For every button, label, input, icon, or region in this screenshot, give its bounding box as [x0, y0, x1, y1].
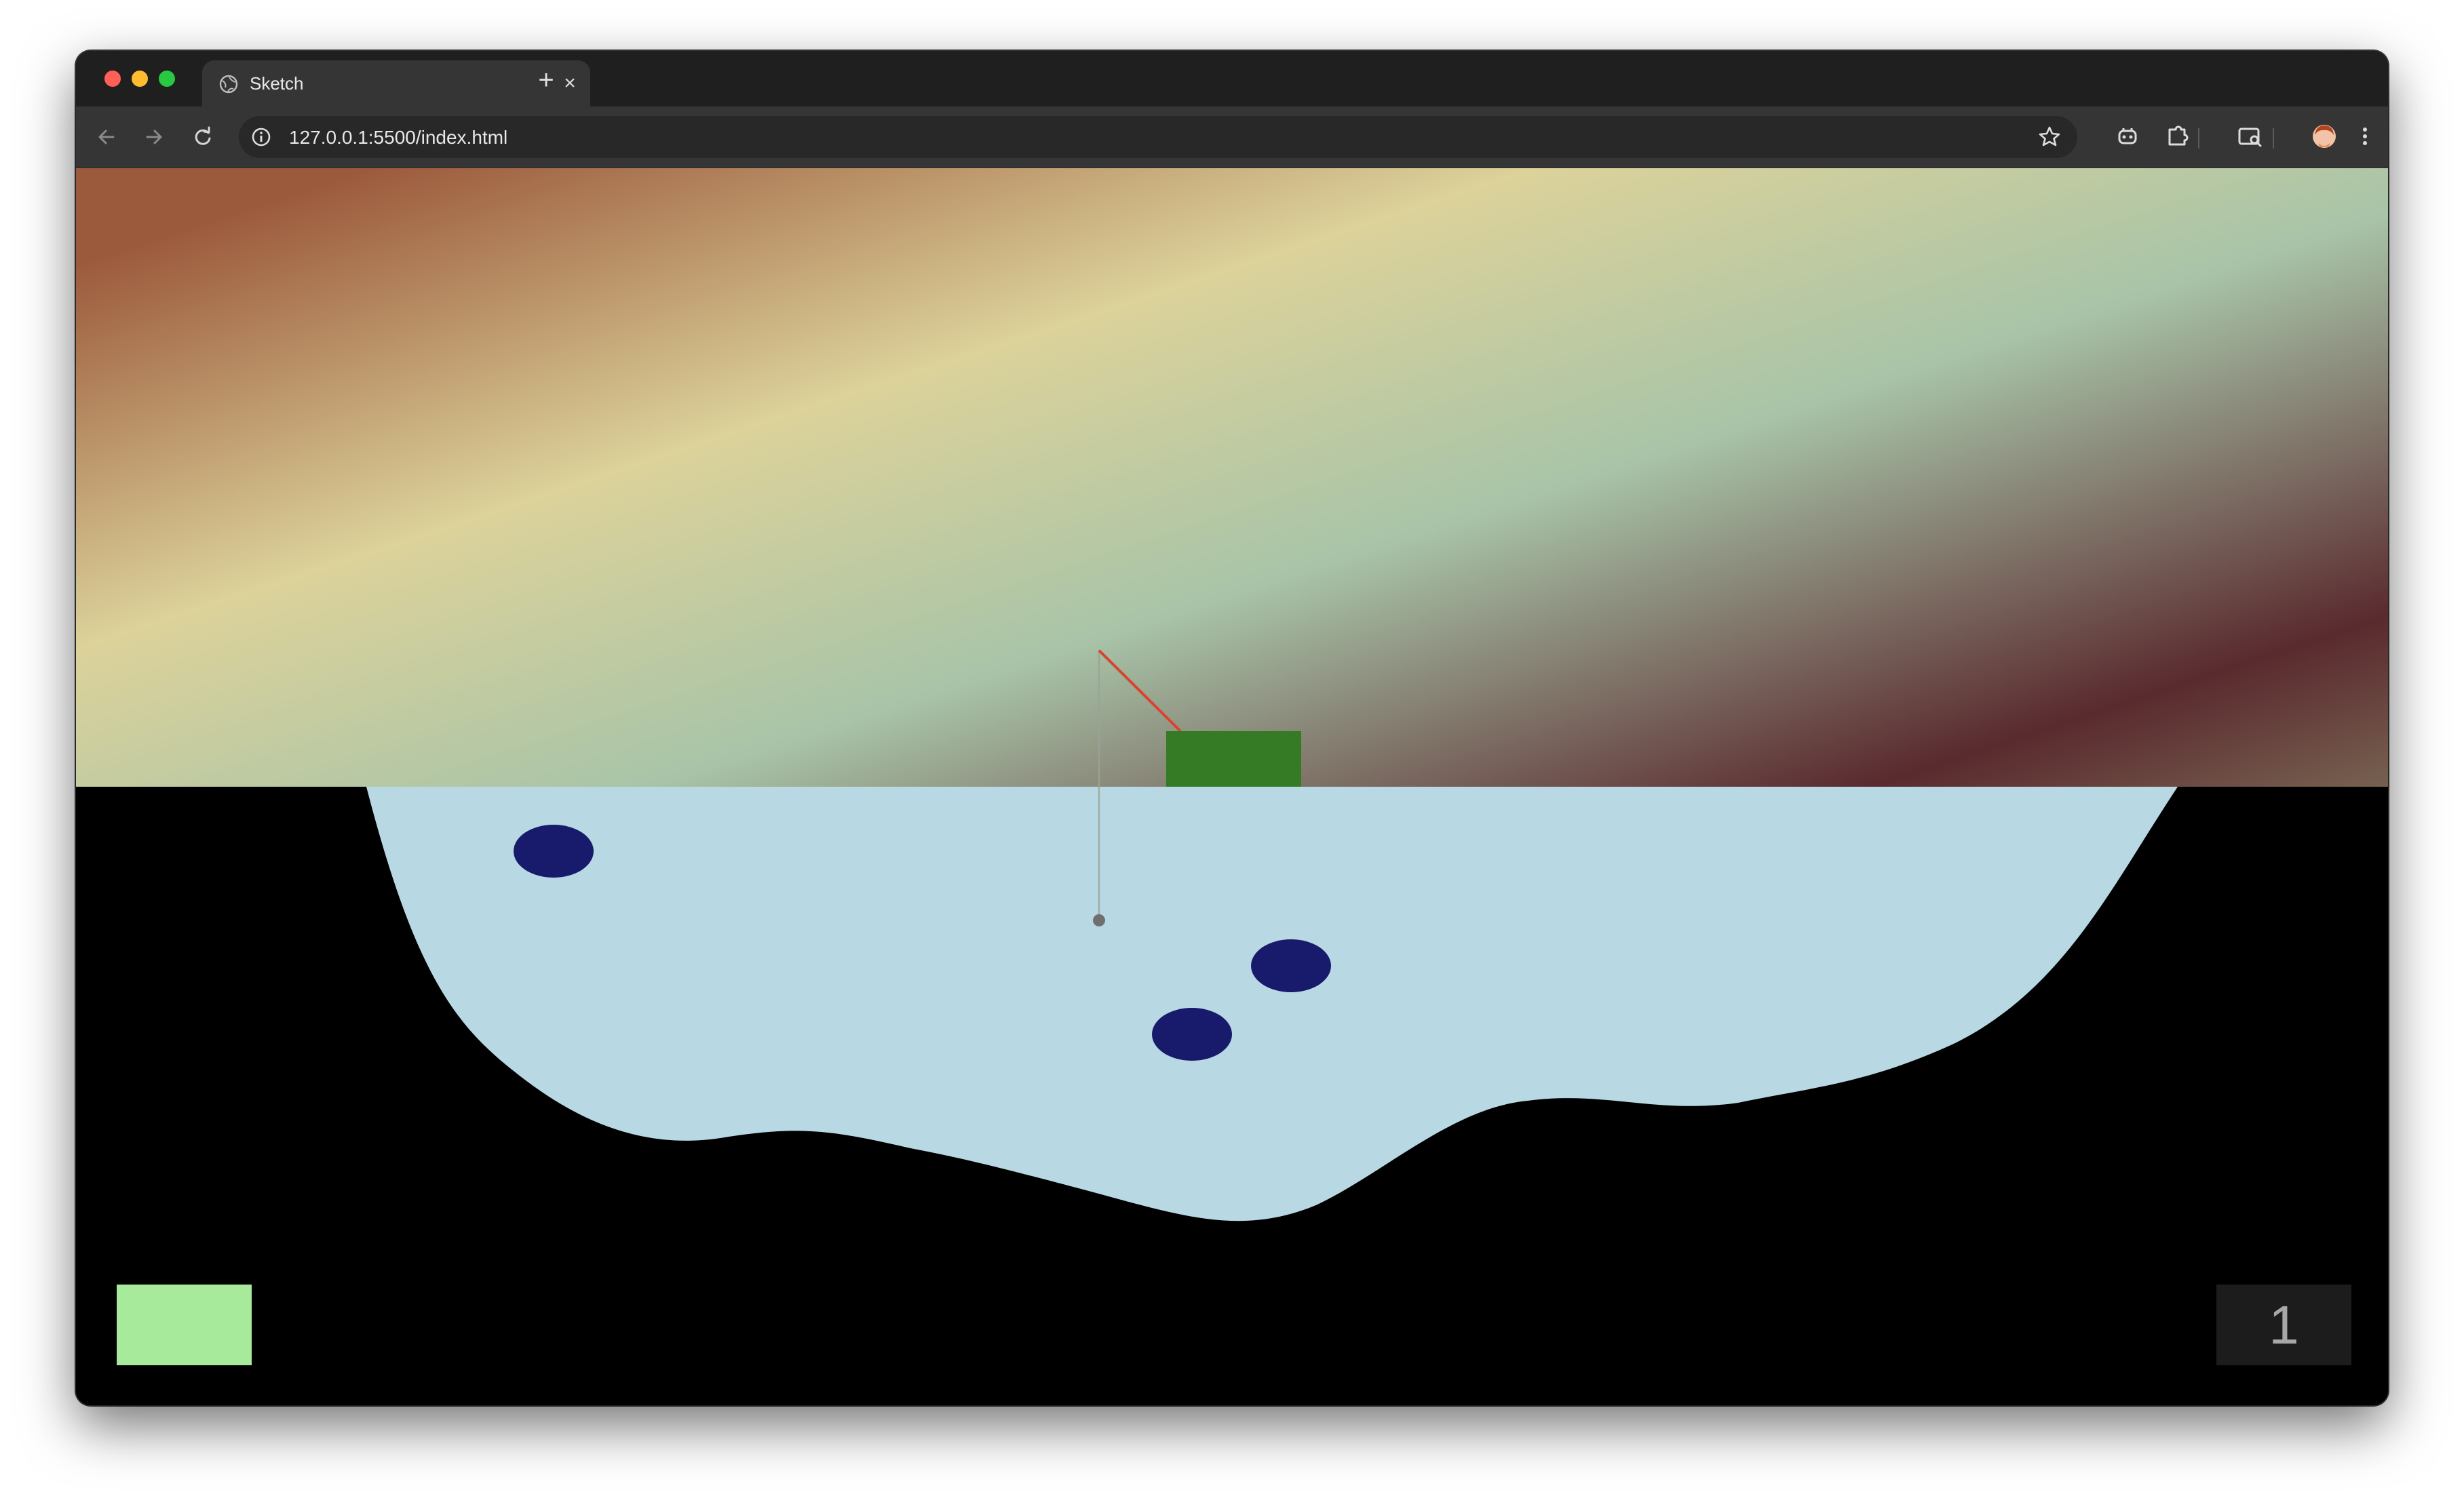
- boat: [1166, 731, 1301, 787]
- globe-icon: [219, 75, 238, 94]
- site-info-icon[interactable]: [250, 125, 273, 149]
- extension-puzzle-icon[interactable]: [2111, 120, 2144, 153]
- toolbar-separator: [2273, 128, 2274, 149]
- new-tab-button[interactable]: +: [529, 63, 563, 97]
- toolbar-separator: [2198, 128, 2199, 149]
- bookmark-star-icon[interactable]: [2037, 124, 2062, 150]
- sky: [76, 168, 2388, 787]
- tab-strip: Sketch × +: [76, 51, 2388, 106]
- game-canvas[interactable]: 1: [76, 168, 2388, 1405]
- score-counter: 1: [2216, 1285, 2351, 1365]
- address-bar[interactable]: 127.0.0.1:5500/index.html: [239, 116, 2077, 158]
- url-text[interactable]: 127.0.0.1:5500/index.html: [289, 127, 507, 149]
- forward-icon[interactable]: [138, 121, 170, 153]
- close-window-button[interactable]: [104, 71, 121, 87]
- extensions-icon[interactable]: [2161, 120, 2193, 153]
- tab-title: Sketch: [250, 73, 304, 94]
- back-icon[interactable]: [91, 121, 122, 153]
- color-swatch[interactable]: [117, 1285, 252, 1365]
- browser-toolbar: 127.0.0.1:5500/index.html: [76, 106, 2388, 168]
- browser-window: Sketch × + 127.0.0.1:5500/index.html 1: [76, 51, 2388, 1405]
- profile-avatar-icon[interactable]: [2308, 120, 2341, 153]
- fish: [1251, 939, 1331, 992]
- more-menu-icon[interactable]: [2349, 120, 2381, 153]
- minimize-window-button[interactable]: [132, 71, 148, 87]
- maximize-window-button[interactable]: [159, 71, 175, 87]
- reload-icon[interactable]: [187, 121, 218, 153]
- fish: [514, 825, 594, 878]
- tab-search-icon[interactable]: [2233, 120, 2266, 153]
- game-scene: [76, 168, 2388, 1405]
- hook: [1093, 914, 1105, 926]
- fish: [1152, 1008, 1232, 1061]
